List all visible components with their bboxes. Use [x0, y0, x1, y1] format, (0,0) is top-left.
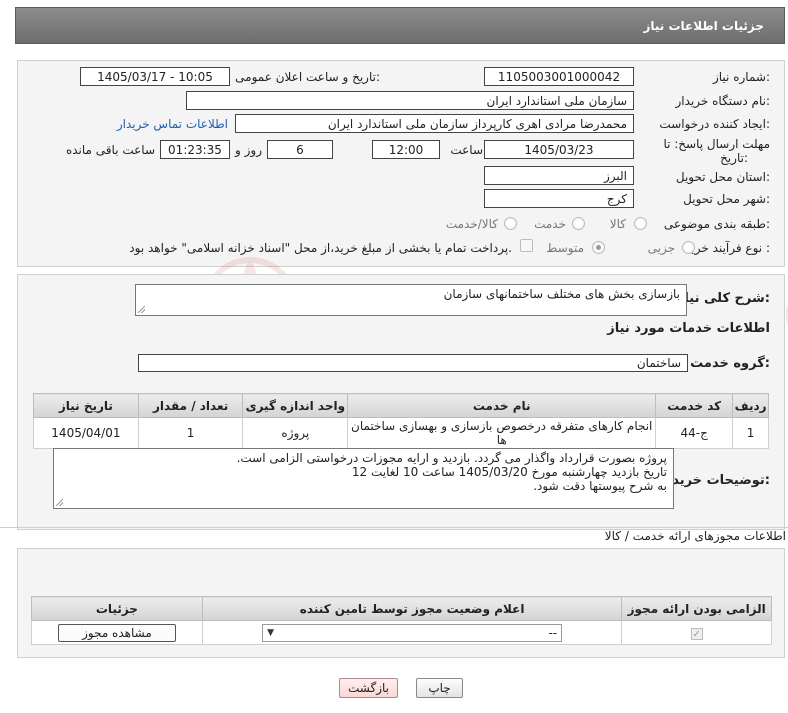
category-goods-service-radio[interactable]: [504, 217, 517, 230]
services-table-header: ردیف کد خدمت نام خدمت واحد اندازه گیری ت…: [33, 393, 769, 418]
cell-row: 1: [732, 417, 769, 449]
category-label: طبقه بندی موضوعی:: [663, 217, 770, 231]
services-section-title: اطلاعات خدمات مورد نیاز: [607, 321, 770, 336]
deadline-days-field: 6: [267, 140, 333, 159]
page-title: جزئیات اطلاعات نیاز: [643, 18, 764, 33]
process-label: نوع فرآیند خرید :: [685, 241, 770, 255]
permits-section-title: اطلاعات مجوزهای ارائه خدمت / کالا: [604, 529, 786, 543]
buyer-org-label: نام دستگاه خریدار:: [675, 94, 771, 108]
category-service-radio[interactable]: [572, 217, 585, 230]
province-field: البرز: [484, 166, 634, 185]
buyer-notes-label: توضیحات خریدار:: [660, 473, 770, 488]
col-qty: تعداد / مقدار: [137, 393, 244, 418]
province-label: استان محل تحویل:: [675, 170, 770, 184]
buyer-contact-link[interactable]: اطلاعات تماس خریدار: [117, 117, 228, 131]
process-medium-label: متوسط: [546, 241, 584, 255]
category-goods-label: کالا: [609, 217, 626, 231]
permit-status-select[interactable]: ▼ --: [262, 623, 563, 642]
table-row: 1 ج-44 انجام کارهای متفرقه درخصوص بازساز…: [33, 417, 769, 449]
description-textarea[interactable]: بازسازی بخش های مختلف ساختمانهای سازمان: [135, 284, 687, 316]
city-label: شهر محل تحویل:: [683, 192, 770, 206]
col-row: ردیف: [732, 393, 769, 418]
cell-unit: پروژه: [242, 417, 349, 449]
buyer-notes-line-3: به شرح پیوستها دقت شود.: [533, 479, 667, 493]
category-goods-radio[interactable]: [634, 217, 647, 230]
col-permit-details: جزئیات: [31, 596, 203, 621]
col-permit-required: الزامی بودن ارائه مجوز: [621, 596, 772, 621]
print-button[interactable]: چاپ: [416, 678, 463, 698]
category-service-label: خدمت: [534, 217, 566, 231]
permits-divider: [0, 527, 788, 528]
deadline-date-field: 1405/03/23: [484, 140, 634, 159]
cell-date: 1405/04/01: [33, 417, 139, 449]
permit-required-checkbox: ✓: [690, 627, 703, 640]
deadline-days-label: روز و: [235, 143, 262, 157]
buyer-notes-line-1: پروژه بصورت قرارداد واگذار می گردد. بازد…: [236, 451, 667, 465]
services-table: ردیف کد خدمت نام خدمت واحد اندازه گیری ت…: [33, 393, 769, 449]
buyer-notes-textarea[interactable]: پروژه بصورت قرارداد واگذار می گردد. بازد…: [53, 448, 674, 509]
deadline-label-line1: مهلت ارسال پاسخ: تا: [663, 137, 770, 151]
deadline-time-label: ساعت: [450, 143, 483, 157]
buyer-notes-resize-handle[interactable]: [56, 499, 63, 506]
back-button[interactable]: بازگشت: [339, 678, 398, 698]
deadline-time-field: 12:00: [372, 140, 440, 159]
process-minor-radio[interactable]: [682, 241, 695, 254]
need-number-label: شماره نیاز:: [712, 70, 770, 84]
need-number-field: 1105003001000042: [484, 67, 634, 86]
category-goods-service-label: کالا/خدمت: [445, 217, 498, 231]
announce-field: 1405/03/17 - 10:05: [80, 67, 230, 86]
view-permit-button[interactable]: مشاهده مجوز: [57, 623, 176, 642]
deadline-label-line2: تاریخ:: [720, 151, 748, 165]
col-permit-status: اعلام وضعیت مجوز توسط تامین کننده: [201, 596, 623, 621]
col-unit: واحد اندازه گیری: [242, 393, 349, 418]
service-group-field: ساختمان: [138, 354, 688, 372]
cell-name: انجام کارهای متفرقه درخصوص بازسازی و بهس…: [347, 417, 657, 449]
announce-label: تاریخ و ساعت اعلان عمومی:: [235, 70, 380, 84]
description-resize-handle[interactable]: [138, 306, 145, 313]
permits-table: الزامی بودن ارائه مجوز اعلام وضعیت مجوز …: [31, 596, 772, 645]
col-date: تاریخ نیاز: [33, 393, 139, 418]
description-label: شرح کلی نیاز:: [676, 291, 770, 306]
remaining-time-label: ساعت باقی مانده: [65, 143, 155, 157]
table-row: ✓ ▼ -- مشاهده مجوز: [31, 620, 772, 645]
treasury-bonds-text: پرداخت تمام یا بخشی از مبلغ خرید،از محل …: [129, 241, 512, 255]
cell-permit-status: ▼ --: [201, 620, 623, 645]
col-name: نام خدمت: [347, 393, 657, 418]
cell-code: ج-44: [655, 417, 734, 449]
creator-label: ایجاد کننده درخواست:: [659, 117, 770, 131]
treasury-bonds-checkbox[interactable]: [520, 239, 533, 252]
remaining-time-field: 01:23:35: [160, 140, 230, 159]
permit-status-value: --: [548, 625, 558, 640]
permits-table-header: الزامی بودن ارائه مجوز اعلام وضعیت مجوز …: [31, 596, 772, 621]
cell-qty: 1: [137, 417, 244, 449]
city-field: کرج: [484, 189, 634, 208]
process-minor-label: جزیی: [647, 241, 675, 255]
cell-permit-details: مشاهده مجوز: [31, 620, 203, 645]
service-group-label: گروه خدمت:: [690, 356, 770, 371]
buyer-notes-line-2: تاریخ بازدید چهارشنبه مورخ 1405/03/20 سا…: [351, 465, 667, 479]
process-medium-radio[interactable]: [592, 241, 605, 254]
col-code: کد خدمت: [655, 393, 734, 418]
buyer-org-field: سازمان ملی استاندارد ایران: [186, 91, 634, 110]
cell-permit-required: ✓: [621, 620, 772, 645]
creator-field: محمدرضا مرادی اهری کارپرداز سازمان ملی ا…: [235, 114, 634, 133]
chevron-down-icon: ▼: [267, 627, 275, 638]
page-header: جزئیات اطلاعات نیاز: [15, 7, 785, 44]
